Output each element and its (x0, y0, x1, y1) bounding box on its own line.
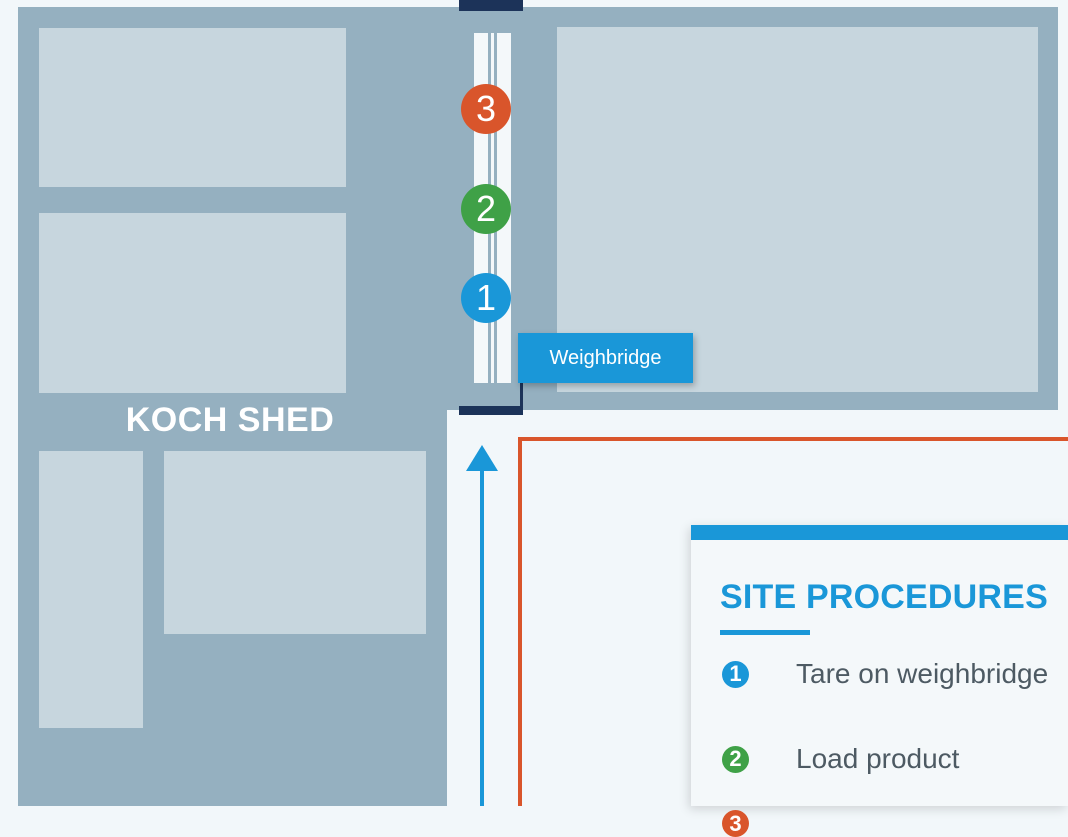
room-middle-left (39, 213, 346, 393)
site-procedures-panel: SITE PROCEDURES 1 Tare on weighbridge 2 … (691, 525, 1068, 837)
procedure-item-1: 1 Tare on weighbridge (722, 658, 1048, 690)
panel-title-rule (720, 630, 810, 635)
room-top-left (39, 28, 346, 187)
procedure-item-2: 2 Load product (722, 743, 959, 775)
koch-shed-label: KOCH SHED (125, 401, 335, 439)
procedure-number-3: 3 (722, 810, 749, 837)
room-bottom-left-wide (164, 451, 426, 634)
step-marker-2: 2 (461, 184, 511, 234)
procedure-text-2: Load product (796, 743, 960, 774)
gate-bottom (459, 406, 523, 415)
weighbridge-label: Weighbridge (518, 333, 693, 383)
route-arrow-shaft (480, 465, 484, 806)
procedure-number-1: 1 (722, 660, 749, 688)
step-marker-1: 1 (461, 273, 511, 323)
procedure-number-2: 2 (722, 745, 749, 773)
gate-bottom-post (520, 380, 523, 415)
gate-top (459, 0, 523, 11)
route-arrow-head-icon (466, 445, 498, 471)
step-marker-3: 3 (461, 84, 511, 134)
procedure-item-3: 3 (722, 810, 796, 837)
procedure-text-1: Tare on weighbridge (796, 658, 1049, 689)
room-bottom-left-narrow (39, 451, 143, 728)
panel-title: SITE PROCEDURES (720, 578, 1048, 616)
